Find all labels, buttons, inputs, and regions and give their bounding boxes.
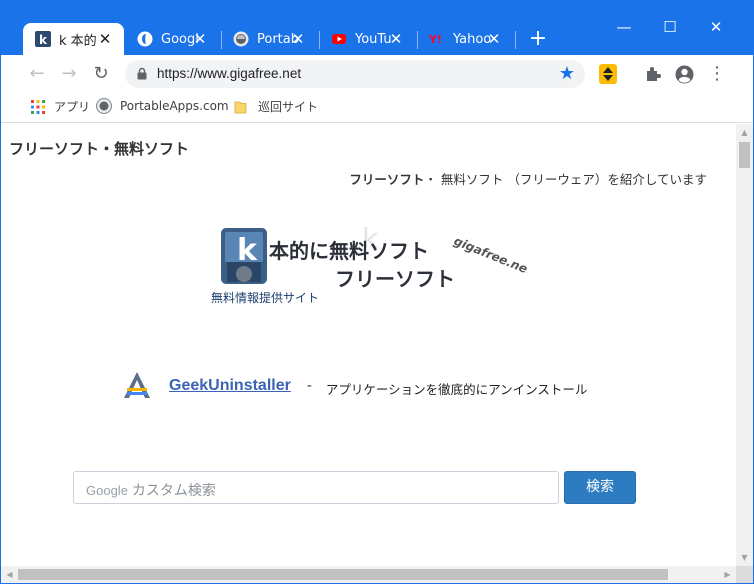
scroll-up-icon[interactable]: ▲ xyxy=(736,124,753,141)
close-tab-icon[interactable]: ✕ xyxy=(387,30,405,48)
bookmark-label: 巡回サイト xyxy=(258,100,319,114)
google-icon xyxy=(137,31,153,47)
close-tab-icon[interactable]: ✕ xyxy=(485,30,503,48)
geekuninstaller-link[interactable]: GeekUninstaller xyxy=(169,377,291,395)
computer-logo-icon: k xyxy=(221,228,267,284)
horizontal-scrollbar[interactable]: ◀ ▶ xyxy=(1,566,736,583)
tagline-bold: フリーソフト xyxy=(349,172,425,187)
extensions-puzzle-icon[interactable] xyxy=(644,65,662,83)
lock-icon xyxy=(137,67,147,80)
tab-yahoo[interactable]: Y! Yahoo ✕ xyxy=(417,23,513,55)
bookmark-label: アプリ xyxy=(54,100,91,114)
close-tab-icon[interactable]: ✕ xyxy=(191,30,209,48)
portableapps-icon xyxy=(233,31,249,47)
k-icon: k xyxy=(35,31,51,47)
page-title: フリーソフト・無料ソフト xyxy=(9,140,190,158)
logo-sub-text: フリーソフト xyxy=(335,267,455,291)
tab-separator xyxy=(515,31,516,49)
site-tagline: フリーソフト・ 無料ソフト （フリーウェア）を紹介しています xyxy=(349,169,707,188)
bookmark-label: PortableApps.com xyxy=(120,99,229,113)
search-button[interactable]: 検索 xyxy=(564,471,636,504)
scroll-left-icon[interactable]: ◀ xyxy=(1,566,18,583)
horizontal-scroll-thumb[interactable] xyxy=(18,569,668,580)
bookmark-portableapps[interactable]: PortableApps.com xyxy=(96,98,229,114)
vertical-scroll-thumb[interactable] xyxy=(739,142,750,168)
close-window-button[interactable]: ✕ xyxy=(701,13,731,41)
portableapps-icon xyxy=(96,98,112,114)
svg-text:Y!: Y! xyxy=(429,33,442,46)
minimize-button[interactable]: — xyxy=(609,13,639,41)
scrollbar-corner xyxy=(736,566,753,583)
search-placeholder: Google カスタム検索 xyxy=(86,483,216,499)
scroll-right-icon[interactable]: ▶ xyxy=(719,566,736,583)
bookmarks-bar: アプリ PortableApps.com 巡回サイト xyxy=(1,93,753,123)
logo-main-text: 本的に無料ソフト xyxy=(269,239,429,263)
youtube-icon xyxy=(331,31,347,47)
folder-icon xyxy=(234,101,247,113)
google-label: Google xyxy=(86,483,128,498)
page-viewport: フリーソフト・無料ソフト フリーソフト・ 無料ソフト （フリーウェア）を紹介して… xyxy=(1,124,753,583)
geekuninstaller-icon xyxy=(124,372,150,398)
software-dash: - xyxy=(306,378,312,394)
logo-domain-text: gigafree.net xyxy=(452,234,527,279)
maximize-button[interactable]: ☐ xyxy=(655,13,685,41)
back-button[interactable]: ← xyxy=(26,63,48,85)
toolbar: ← → ↻ https://www.gigafree.net ★ ⋮ xyxy=(1,55,753,93)
bookmark-star-icon[interactable]: ★ xyxy=(559,63,575,84)
reload-button[interactable]: ↻ xyxy=(90,63,112,85)
url-text[interactable]: https://www.gigafree.net xyxy=(157,66,301,81)
yahoo-icon: Y! xyxy=(429,31,445,47)
tab-youtube[interactable]: YouTu ✕ xyxy=(319,23,415,55)
profile-avatar-icon[interactable] xyxy=(675,65,694,84)
tab-google[interactable]: Googl ✕ xyxy=(125,23,219,55)
bookmark-apps[interactable]: アプリ xyxy=(30,98,90,115)
apps-grid-icon xyxy=(31,99,45,114)
vertical-scrollbar[interactable]: ▲ ▼ xyxy=(736,124,753,566)
scroll-down-icon[interactable]: ▼ xyxy=(736,549,753,566)
tab-gigafree[interactable]: k k 本的 ✕ xyxy=(23,23,124,55)
new-tab-button[interactable]: + xyxy=(527,28,549,50)
browser-window: k k 本的 ✕ Googl ✕ Portab ✕ YouTu ✕ Y! Yah… xyxy=(0,0,754,584)
software-entry: GeekUninstaller - アプリケーションを徹底的にアンインストール xyxy=(121,370,587,402)
software-description: アプリケーションを徹底的にアンインストール xyxy=(325,381,588,397)
bookmark-folder-junkai[interactable]: 巡回サイト xyxy=(234,98,318,115)
address-bar[interactable]: https://www.gigafree.net ★ xyxy=(125,60,585,88)
chrome-menu-button[interactable]: ⋮ xyxy=(706,63,728,85)
close-tab-icon[interactable]: ✕ xyxy=(96,30,114,48)
close-tab-icon[interactable]: ✕ xyxy=(289,30,307,48)
tab-portableapps[interactable]: Portab ✕ xyxy=(221,23,317,55)
tagline-text: ・ 無料ソフト （フリーウェア）を紹介しています xyxy=(424,172,707,187)
extension-arrows-icon[interactable] xyxy=(599,64,617,84)
custom-search-input[interactable]: Google カスタム検索 xyxy=(73,471,559,504)
svg-text:k: k xyxy=(237,233,258,268)
forward-button[interactable]: → xyxy=(58,63,80,85)
tab-strip: k k 本的 ✕ Googl ✕ Portab ✕ YouTu ✕ Y! Yah… xyxy=(1,1,753,55)
svg-text:k: k xyxy=(39,33,48,47)
logo-caption: 無料情報提供サイト xyxy=(211,291,320,305)
